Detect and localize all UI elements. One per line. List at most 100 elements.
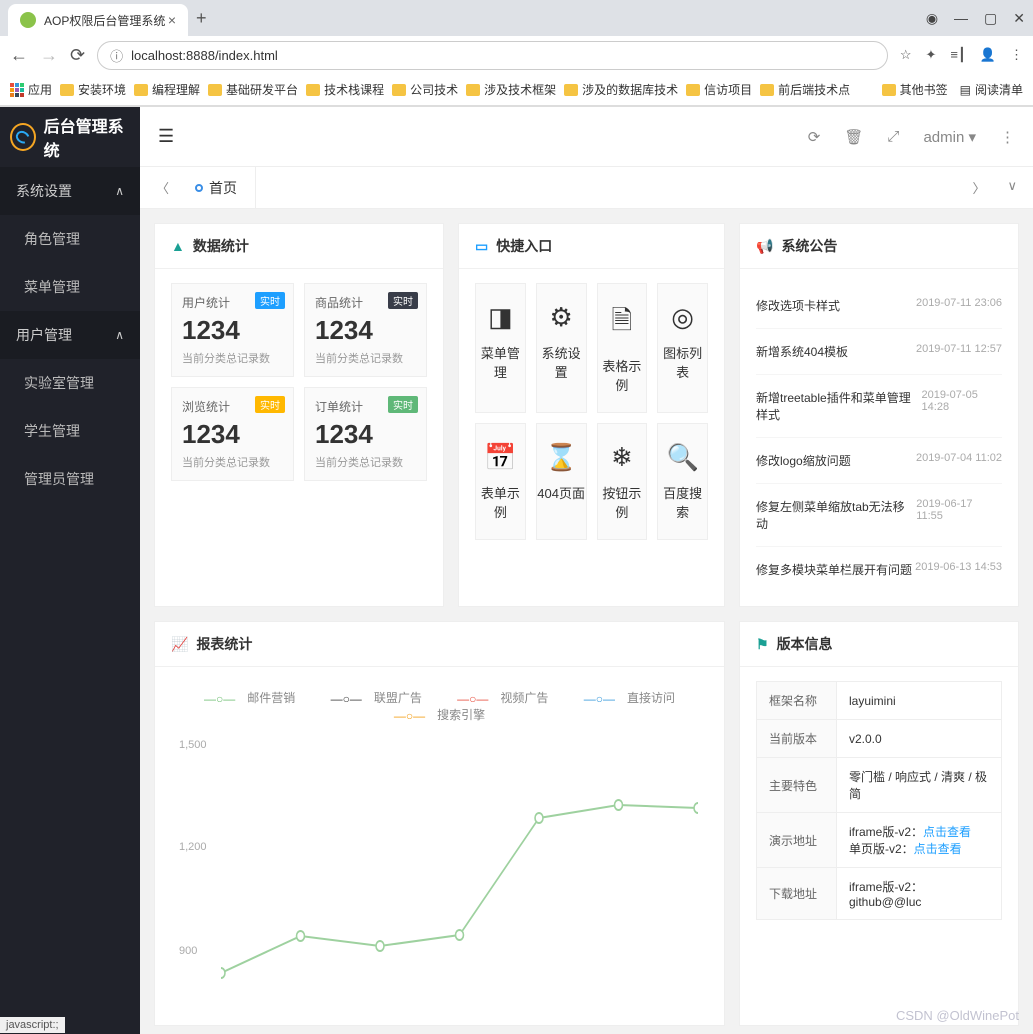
tabs-dropdown-icon[interactable]: ∨ (999, 178, 1025, 197)
notice-title: 修改选项卡样式 (756, 297, 840, 314)
notice-row[interactable]: 新增treetable插件和菜单管理样式 2019-07-05 14:28 (756, 375, 1002, 438)
new-tab-button[interactable]: + (196, 8, 207, 29)
extension-icon[interactable]: ✦ (925, 47, 936, 63)
quick-label: 百度搜索 (658, 483, 707, 521)
profile-icon[interactable]: 👤 (980, 47, 996, 63)
close-tab-icon[interactable]: × (168, 12, 176, 28)
stat-value: 1234 (315, 419, 416, 450)
other-bookmarks[interactable]: 其他书签 (882, 81, 948, 98)
quick-label: 系统设置 (537, 343, 586, 381)
status-bar: javascript:; (0, 1017, 65, 1033)
quick-item[interactable]: ◎ 图标列表 (657, 283, 708, 413)
notice-row[interactable]: 修改选项卡样式 2019-07-11 23:06 (756, 283, 1002, 329)
collapse-sidebar-icon[interactable]: ☰ (158, 126, 174, 147)
quick-item[interactable]: 🗎 表格示例 (597, 283, 648, 413)
user-menu[interactable]: admin ▾ (923, 128, 976, 146)
chevron-up-icon: ∧ (115, 184, 124, 198)
realtime-tag: 实时 (255, 396, 285, 413)
realtime-tag: 实时 (255, 292, 285, 309)
stat-sub: 当前分类总记录数 (182, 454, 283, 470)
star-icon[interactable]: ☆ (900, 47, 912, 63)
bookmarks-bar: 应用 安装环境 编程理解 基础研发平台 技术栈课程 公司技术 涉及技术框架 涉及… (0, 74, 1033, 106)
quick-item[interactable]: 🔍 百度搜索 (657, 423, 708, 540)
notice-date: 2019-07-05 14:28 (922, 389, 1002, 423)
quick-label: 表单示例 (476, 483, 525, 521)
link[interactable]: 点击查看 (923, 825, 971, 839)
back-icon[interactable]: ← (10, 45, 28, 66)
table-row: 下载地址 iframe版-v2：github@@luc (757, 868, 1002, 920)
minimize-icon[interactable]: — (954, 10, 968, 26)
quick-label: 菜单管理 (476, 343, 525, 381)
quick-label: 按钮示例 (598, 483, 647, 521)
forward-icon[interactable]: → (40, 45, 58, 66)
stat-sub: 当前分类总记录数 (182, 350, 283, 366)
notice-row[interactable]: 修改logo缩放问题 2019-07-04 11:02 (756, 438, 1002, 484)
site-info-icon[interactable]: ⓘ (110, 46, 123, 65)
maximize-icon[interactable]: ▢ (984, 10, 997, 27)
more-icon[interactable]: ⋮ (1000, 128, 1015, 146)
bookmark-item[interactable]: 涉及的数据库技术 (564, 81, 678, 98)
quick-item[interactable]: 📅 表单示例 (475, 423, 526, 540)
sidebar-item-lab[interactable]: 实验室管理 (0, 359, 140, 407)
browser-chrome: AOP权限后台管理系统 × + ◉ — ▢ ✕ ← → ⟳ ⓘ localhos… (0, 0, 1033, 107)
sidebar-item-role[interactable]: 角色管理 (0, 215, 140, 263)
page-tabs: 〈 首页 〉 ∨ (140, 167, 1033, 209)
sidebar-item-student[interactable]: 学生管理 (0, 407, 140, 455)
notice-row[interactable]: 修复多模块菜单栏展开有问题 2019-06-13 14:53 (756, 547, 1002, 592)
table-row: 主要特色 零门槛 / 响应式 / 清爽 / 极简 (757, 758, 1002, 813)
version-key: 演示地址 (757, 813, 837, 868)
bookmark-item[interactable]: 前后端技术点 (760, 81, 850, 98)
sidebar-item-admin[interactable]: 管理员管理 (0, 455, 140, 503)
quick-icon: ⌛ (537, 442, 586, 473)
table-row: 框架名称 layuimini (757, 682, 1002, 720)
card-title: 版本信息 (777, 634, 833, 654)
clear-icon[interactable]: 🗑 (844, 128, 863, 146)
bookmark-item[interactable]: 编程理解 (134, 81, 200, 98)
table-row: 当前版本 v2.0.0 (757, 720, 1002, 758)
bookmark-item[interactable]: 基础研发平台 (208, 81, 298, 98)
browser-tab[interactable]: AOP权限后台管理系统 × (8, 4, 188, 36)
refresh-icon[interactable]: ⟳ (808, 128, 821, 146)
stat-sub: 当前分类总记录数 (315, 350, 416, 366)
sidebar-item-menu[interactable]: 菜单管理 (0, 263, 140, 311)
menu-icon[interactable]: ⋮ (1010, 47, 1023, 63)
window-controls: ◉ — ▢ ✕ (926, 10, 1025, 27)
reload-icon[interactable]: ⟳ (70, 45, 85, 66)
stat-box: 实时 浏览统计 1234 当前分类总记录数 (171, 387, 294, 481)
chart-area: 1,500 1,200 900 (171, 731, 708, 1011)
quick-item[interactable]: ⌛ 404页面 (536, 423, 587, 540)
reading-list[interactable]: ▤ 阅读清单 (960, 81, 1023, 98)
bookmark-item[interactable]: 涉及技术框架 (466, 81, 556, 98)
version-key: 框架名称 (757, 682, 837, 720)
notice-row[interactable]: 修复左侧菜单缩放tab无法移动 2019-06-17 11:55 (756, 484, 1002, 547)
fullscreen-icon[interactable]: ⤢ (887, 128, 899, 145)
link[interactable]: 点击查看 (914, 842, 962, 856)
window-icon: ▭ (475, 238, 488, 255)
quick-icon: ◨ (476, 302, 525, 333)
quick-item[interactable]: ⚙ 系统设置 (536, 283, 587, 413)
bookmark-item[interactable]: 安装环境 (60, 81, 126, 98)
tabs-right-icon[interactable]: 〉 (964, 178, 993, 197)
tab-home[interactable]: 首页 (177, 167, 256, 208)
bookmark-item[interactable]: 技术栈课程 (306, 81, 384, 98)
sidebar-group-system[interactable]: 系统设置 ∧ (0, 167, 140, 215)
notice-row[interactable]: 新增系统404模板 2019-07-11 12:57 (756, 329, 1002, 375)
stat-value: 1234 (315, 315, 416, 346)
stat-box: 实时 用户统计 1234 当前分类总记录数 (171, 283, 294, 377)
quick-item[interactable]: ◨ 菜单管理 (475, 283, 526, 413)
url-box[interactable]: ⓘ localhost:8888/index.html (97, 41, 888, 70)
warning-icon: ▲ (171, 238, 185, 254)
version-val: iframe版-v2：github@@luc (837, 868, 1002, 920)
sidebar-group-user[interactable]: 用户管理 ∧ (0, 311, 140, 359)
close-window-icon[interactable]: ✕ (1013, 10, 1025, 27)
tab-title: AOP权限后台管理系统 (44, 12, 165, 29)
quick-item[interactable]: ❄ 按钮示例 (597, 423, 648, 540)
apps-shortcut[interactable]: 应用 (10, 81, 52, 98)
tab-bar: AOP权限后台管理系统 × + ◉ — ▢ ✕ (0, 0, 1033, 36)
bookmark-item[interactable]: 信访项目 (686, 81, 752, 98)
reading-icon[interactable]: ≡┃ (950, 47, 965, 63)
bookmark-item[interactable]: 公司技术 (392, 81, 458, 98)
notice-date: 2019-06-13 14:53 (915, 561, 1002, 578)
tabs-left-icon[interactable]: 〈 (148, 178, 177, 197)
stat-box: 实时 商品统计 1234 当前分类总记录数 (304, 283, 427, 377)
